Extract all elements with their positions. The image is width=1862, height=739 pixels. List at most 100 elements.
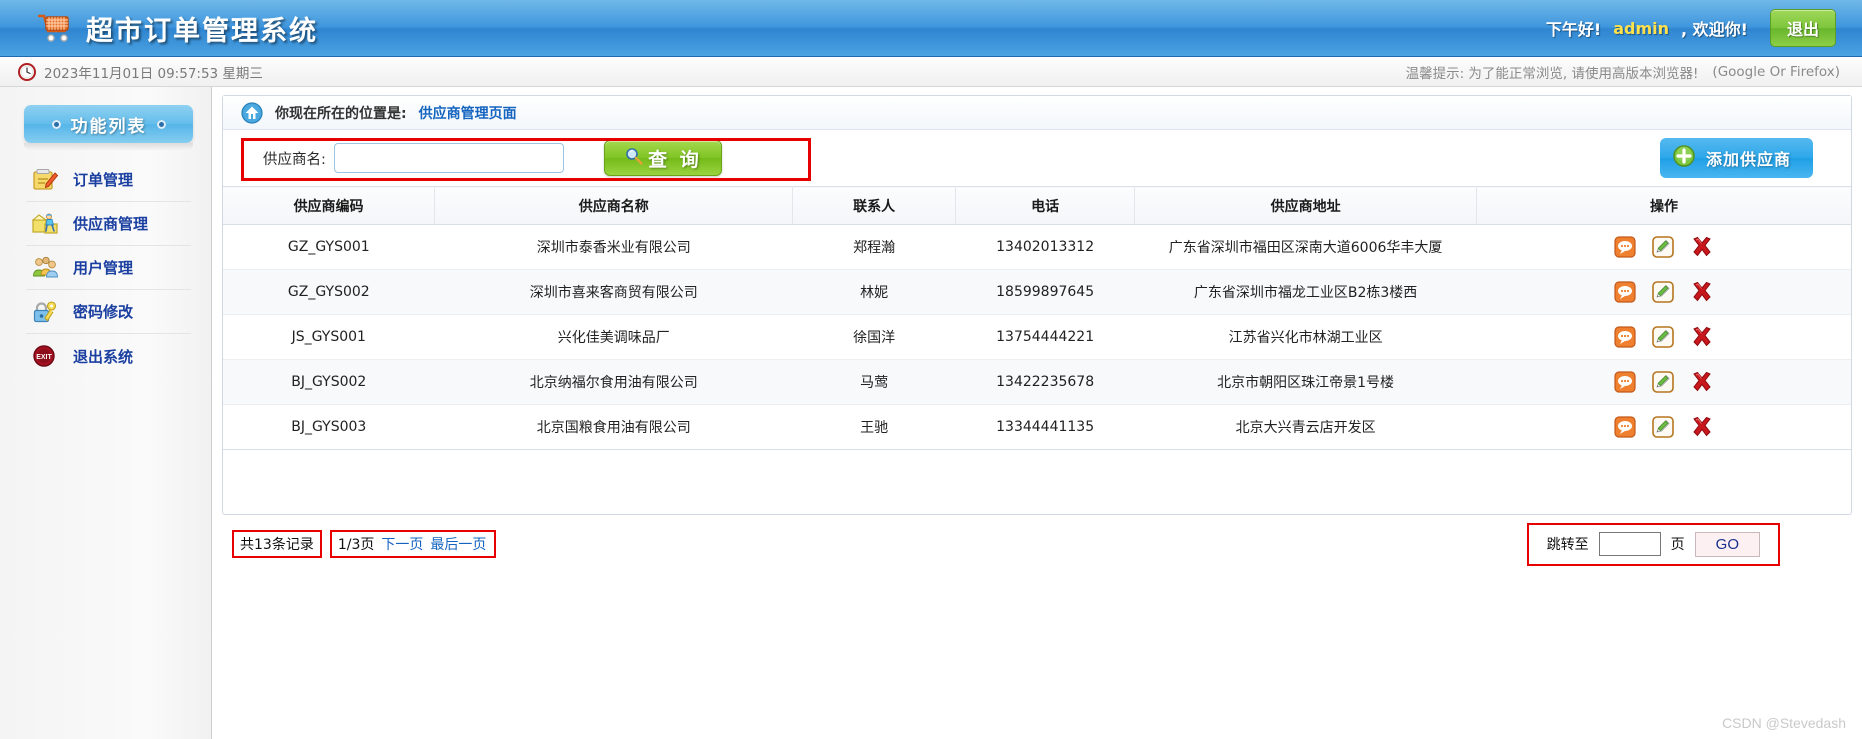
cell-contact: 王驰 <box>792 404 956 450</box>
exit-icon: EXIT <box>30 342 60 370</box>
watermark-text: CSDN @Stevedash <box>1722 715 1846 731</box>
sidebar-item-exit-system[interactable]: EXIT 退出系统 <box>26 334 191 378</box>
cell-contact: 郑程瀚 <box>792 224 956 270</box>
query-button[interactable]: 查 询 <box>603 140 722 176</box>
cell-contact: 马莺 <box>792 359 956 405</box>
cell-actions <box>1476 314 1851 360</box>
next-page-link[interactable]: 下一页 <box>381 534 423 554</box>
cell-phone: 13344441135 <box>955 404 1135 450</box>
bullet-dot-icon <box>156 119 166 129</box>
breadcrumb-prefix: 你现在所在的位置是: <box>275 105 407 122</box>
sidebar-item-order-management[interactable]: 订单管理 <box>26 158 191 202</box>
table-body: GZ_GYS001 深圳市泰香米业有限公司 郑程瀚 13402013312 广东省深圳市… <box>223 224 1851 450</box>
jump-page-input[interactable] <box>1598 532 1661 556</box>
delete-cross-icon[interactable] <box>1690 281 1714 303</box>
sidebar-heading-label: 功能列表 <box>70 116 147 137</box>
cell-actions <box>1476 404 1851 450</box>
browser-list-text: (Google Or Firefox) <box>1712 63 1840 80</box>
cell-supplier-name: 北京国粮食用油有限公司 <box>434 404 793 450</box>
row-action-group <box>1477 326 1851 348</box>
page-indicator: 1/3页 <box>337 537 375 553</box>
sidebar: 功能列表 订单管理 供应商管理 用户管理 密码修改 EXIT 退出系统 <box>0 87 212 739</box>
column-header-actions: 操作 <box>1476 186 1851 225</box>
sidebar-item-user-management[interactable]: 用户管理 <box>26 246 191 290</box>
view-detail-icon[interactable] <box>1614 371 1636 393</box>
plus-circle-icon <box>1672 144 1696 172</box>
delete-cross-icon[interactable] <box>1690 416 1714 438</box>
go-button[interactable]: GO <box>1694 531 1760 557</box>
username-label: admin <box>1613 18 1670 38</box>
table-header-row: 供应商编码 供应商名称 联系人 电话 供应商地址 操作 <box>223 186 1851 225</box>
delete-cross-icon[interactable] <box>1690 371 1714 393</box>
greeting-text: 下午好! <box>1545 20 1602 39</box>
view-detail-icon[interactable] <box>1614 236 1636 258</box>
browser-tip-text: 温馨提示: 为了能正常浏览, 请使用高版本浏览器! <box>1405 65 1699 82</box>
sidebar-item-label: 密码修改 <box>73 303 134 321</box>
column-header-name: 供应商名称 <box>434 186 794 225</box>
row-action-group <box>1477 281 1851 303</box>
add-supplier-button[interactable]: 添加供应商 <box>1659 138 1813 178</box>
header-user-area: 下午好! admin , 欢迎你! 退出 <box>1546 9 1836 47</box>
sidebar-item-change-password[interactable]: 密码修改 <box>26 290 191 334</box>
brand: 超市订单管理系统 <box>38 9 318 48</box>
cell-phone: 13754444221 <box>955 314 1135 360</box>
column-header-contact: 联系人 <box>792 186 957 225</box>
view-detail-icon[interactable] <box>1614 326 1636 348</box>
cell-address: 北京市朝阳区珠江帝景1号楼 <box>1134 359 1477 405</box>
total-records-label: 共13条记录 <box>232 530 322 558</box>
add-supplier-label: 添加供应商 <box>1705 150 1791 169</box>
info-bar-right: 温馨提示: 为了能正常浏览, 请使用高版本浏览器! (Google Or Fir… <box>1406 62 1840 82</box>
cell-phone: 13422235678 <box>955 359 1135 405</box>
logout-button[interactable]: 退出 <box>1769 9 1836 47</box>
edit-pencil-icon[interactable] <box>1651 281 1674 303</box>
cell-address: 广东省深圳市福龙工业区B2栋3楼西 <box>1134 269 1477 315</box>
search-input[interactable] <box>333 143 564 173</box>
breadcrumb-current[interactable]: 供应商管理页面 <box>419 103 517 123</box>
svg-text:EXIT: EXIT <box>36 354 52 361</box>
search-label: 供应商名: <box>263 151 326 168</box>
cell-supplier-code: GZ_GYS001 <box>223 224 435 270</box>
sidebar-heading: 功能列表 <box>24 105 193 143</box>
page-navigation: 1/3页 下一页 最后一页 <box>329 530 497 558</box>
cell-phone: 18599897645 <box>955 269 1135 315</box>
order-list-icon <box>30 166 60 194</box>
delete-cross-icon[interactable] <box>1690 326 1714 348</box>
shopping-cart-icon <box>38 13 72 43</box>
sidebar-item-label: 退出系统 <box>73 347 134 366</box>
row-action-group <box>1477 236 1851 258</box>
edit-pencil-icon[interactable] <box>1651 236 1674 258</box>
edit-pencil-icon[interactable] <box>1651 416 1674 438</box>
cell-contact: 林妮 <box>792 269 956 315</box>
cell-actions <box>1476 224 1851 270</box>
main-content: 你现在所在的位置是: 供应商管理页面 供应商名: 查 询 添加供应商 供应商编码… <box>212 87 1862 739</box>
clock-icon <box>18 62 36 81</box>
edit-pencil-icon[interactable] <box>1651 326 1674 348</box>
delete-cross-icon[interactable] <box>1690 236 1714 258</box>
info-bar: 2023年11月01日 09:57:53 星期三 温馨提示: 为了能正常浏览, … <box>0 57 1862 87</box>
view-detail-icon[interactable] <box>1614 281 1636 303</box>
table-row: JS_GYS001 兴化佳美调味品厂 徐国洋 13754444221 江苏省兴化市林湖工… <box>223 314 1851 360</box>
cell-supplier-name: 深圳市喜来客商贸有限公司 <box>434 269 793 315</box>
cell-supplier-name: 北京纳福尔食用油有限公司 <box>434 359 793 405</box>
jump-to-page-group: 跳转至 页 GO <box>1526 522 1780 566</box>
column-header-phone: 电话 <box>955 186 1136 225</box>
sidebar-item-supplier-management[interactable]: 供应商管理 <box>26 202 191 246</box>
lock-key-icon <box>30 298 60 326</box>
cell-supplier-code: BJ_GYS003 <box>223 404 435 450</box>
view-detail-icon[interactable] <box>1614 416 1636 438</box>
magnifier-icon <box>624 146 644 171</box>
edit-pencil-icon[interactable] <box>1651 371 1674 393</box>
sidebar-item-label: 用户管理 <box>73 259 134 277</box>
cell-supplier-code: GZ_GYS002 <box>223 269 435 315</box>
row-action-group <box>1477 371 1851 393</box>
cell-supplier-name: 兴化佳美调味品厂 <box>434 314 793 360</box>
table-row: BJ_GYS003 北京国粮食用油有限公司 王驰 13344441135 北京大兴青云店… <box>223 404 1851 450</box>
sidebar-item-label: 供应商管理 <box>73 215 149 233</box>
table-row: GZ_GYS001 深圳市泰香米业有限公司 郑程瀚 13402013312 广东省深圳市… <box>223 224 1851 270</box>
last-page-link[interactable]: 最后一页 <box>430 534 486 554</box>
home-icon <box>241 101 263 124</box>
row-action-group <box>1477 416 1851 438</box>
table-row: GZ_GYS002 深圳市喜来客商贸有限公司 林妮 18599897645 广东省深圳市… <box>223 269 1851 315</box>
page-body: 功能列表 订单管理 供应商管理 用户管理 密码修改 EXIT 退出系统 你现在所… <box>0 87 1862 739</box>
supplier-delivery-icon <box>30 210 60 238</box>
